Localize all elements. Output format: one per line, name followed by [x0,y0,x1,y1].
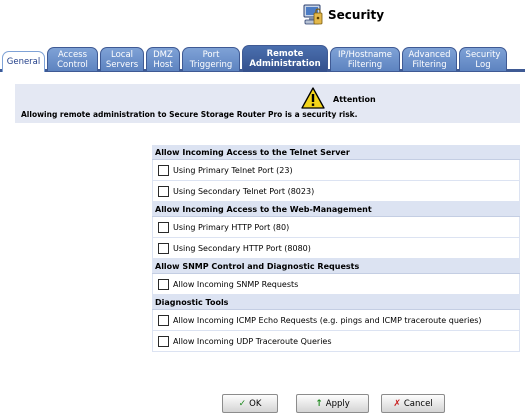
tab-label: General [6,57,41,67]
tab-label: Port Triggering [189,49,233,70]
tab-ip-hostname-filtering[interactable]: IP/Hostname Filtering [330,47,400,71]
checkbox-secondary-telnet-port[interactable] [158,185,169,197]
option-udp-traceroute-queries: Allow Incoming UDP Traceroute Queries [152,331,520,352]
tab-label: Remote Administration [249,49,321,69]
tab-bar: General Access Control Local Servers DMZ… [0,45,525,72]
section-header-snmp: Allow SNMP Control and Diagnostic Reques… [152,259,520,274]
option-icmp-echo-requests: Allow Incoming ICMP Echo Requests (e.g. … [152,310,520,331]
tab-general[interactable]: General [2,51,45,72]
option-label: Using Primary Telnet Port (23) [173,165,293,175]
attention-message: Allowing remote administration to Secure… [21,110,358,119]
tab-access-control[interactable]: Access Control [47,47,98,71]
apply-button-label: Apply [325,398,350,409]
option-label: Using Primary HTTP Port (80) [173,222,290,232]
tab-label: Security Log [465,49,501,70]
option-primary-telnet-port: Using Primary Telnet Port (23) [152,160,520,181]
checkbox-secondary-http-port[interactable] [158,242,169,254]
checkbox-udp-traceroute-queries[interactable] [158,335,169,347]
checkbox-snmp-requests[interactable] [158,278,169,290]
apply-button[interactable]: ↑ Apply [296,394,369,413]
tab-label: Access Control [57,49,88,70]
checkmark-icon: ✓ [238,398,247,409]
warning-icon [301,87,325,109]
option-secondary-telnet-port: Using Secondary Telnet Port (8023) [152,181,520,202]
checkbox-primary-telnet-port[interactable] [158,164,169,176]
tab-remote-administration[interactable]: Remote Administration [242,45,328,72]
section-header-diagnostic-tools: Diagnostic Tools [152,295,520,310]
tab-security-log[interactable]: Security Log [459,47,507,71]
remote-access-settings: Allow Incoming Access to the Telnet Serv… [152,145,520,352]
tab-label: Advanced Filtering [408,49,451,70]
cancel-button[interactable]: ✗ Cancel [381,394,445,413]
tab-label: DMZ Host [153,49,173,70]
arrow-up-icon: ↑ [315,398,323,409]
tab-port-triggering[interactable]: Port Triggering [182,47,240,71]
tab-dmz-host[interactable]: DMZ Host [146,47,180,71]
checkbox-primary-http-port[interactable] [158,221,169,233]
tab-advanced-filtering[interactable]: Advanced Filtering [402,47,457,71]
tab-local-servers[interactable]: Local Servers [100,47,144,71]
checkbox-icmp-echo-requests[interactable] [158,314,169,326]
option-label: Allow Incoming ICMP Echo Requests (e.g. … [173,315,482,325]
option-label: Using Secondary HTTP Port (8080) [173,243,311,253]
ok-button[interactable]: ✓ OK [222,394,278,413]
option-primary-http-port: Using Primary HTTP Port (80) [152,217,520,238]
option-label: Using Secondary Telnet Port (8023) [173,186,315,196]
security-computer-icon [303,4,323,25]
tab-label: Local Servers [105,49,139,70]
attention-box: Attention Allowing remote administration… [15,84,520,123]
ok-button-label: OK [249,398,262,409]
cancel-button-label: Cancel [403,398,433,409]
option-secondary-http-port: Using Secondary HTTP Port (8080) [152,238,520,259]
option-label: Allow Incoming SNMP Requests [173,279,299,289]
section-header-web-management: Allow Incoming Access to the Web-Managem… [152,202,520,217]
x-icon: ✗ [393,398,401,409]
option-label: Allow Incoming UDP Traceroute Queries [173,336,332,346]
attention-label: Attention [333,95,376,104]
page-title: Security [328,8,385,22]
section-header-telnet: Allow Incoming Access to the Telnet Serv… [152,145,520,160]
page-header: Security [0,0,525,34]
tab-label: IP/Hostname Filtering [338,49,392,70]
option-snmp-requests: Allow Incoming SNMP Requests [152,274,520,295]
